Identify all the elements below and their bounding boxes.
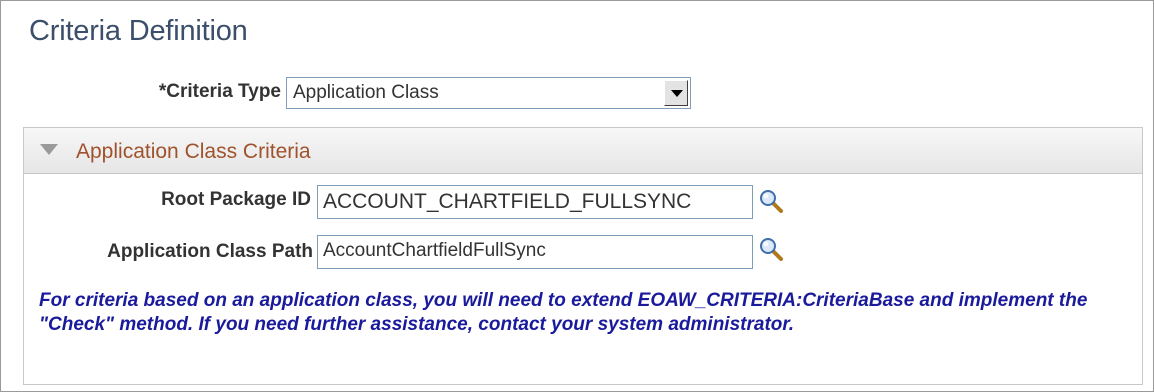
criteria-type-select[interactable]: Application Class bbox=[286, 77, 691, 109]
root-package-label: Root Package ID bbox=[161, 189, 311, 210]
root-package-value: ACCOUNT_CHARTFIELD_FULLSYNC bbox=[323, 190, 692, 213]
app-class-path-label: Application Class Path bbox=[107, 241, 313, 262]
page-frame: Criteria Definition *Criteria Type Appli… bbox=[0, 0, 1154, 392]
page-title: Criteria Definition bbox=[29, 15, 248, 47]
help-note: For criteria based on an application cla… bbox=[39, 290, 1088, 335]
group-title: Application Class Criteria bbox=[76, 140, 311, 163]
chevron-down-icon[interactable] bbox=[664, 80, 688, 106]
root-package-input[interactable]: ACCOUNT_CHARTFIELD_FULLSYNC bbox=[317, 185, 753, 219]
criteria-type-label: *Criteria Type bbox=[158, 81, 281, 102]
app-class-path-value: AccountChartfieldFullSync bbox=[323, 240, 546, 261]
magnifier-icon[interactable] bbox=[759, 189, 783, 213]
group-header[interactable]: Application Class Criteria bbox=[24, 128, 1142, 174]
magnifier-icon[interactable] bbox=[759, 237, 783, 261]
criteria-type-value: Application Class bbox=[293, 82, 439, 103]
collapse-triangle-icon[interactable] bbox=[40, 144, 58, 155]
app-class-path-input[interactable]: AccountChartfieldFullSync bbox=[317, 235, 753, 269]
